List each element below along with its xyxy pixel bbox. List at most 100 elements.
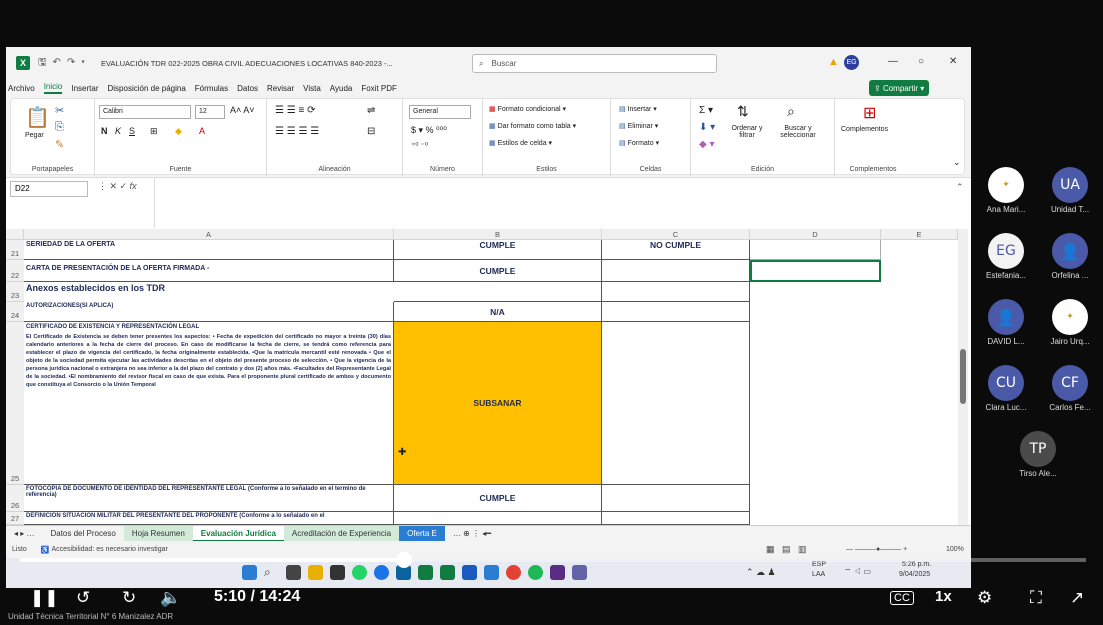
name-box[interactable]: D22 xyxy=(10,181,88,197)
cell-b21[interactable]: CUMPLE xyxy=(394,240,602,260)
align-top-icons[interactable]: ☰ ☰ ≡ ⟳ xyxy=(275,105,315,116)
find-select-label[interactable]: Buscar y seleccionar xyxy=(773,125,823,139)
row-header-26[interactable]: 26 xyxy=(6,485,24,512)
cell-b26[interactable]: CUMPLE xyxy=(394,485,602,512)
participant-tile[interactable]: TP Tirso Ale... xyxy=(1007,429,1069,489)
cell-b22[interactable]: CUMPLE xyxy=(394,260,602,282)
tab-vista[interactable]: Vista xyxy=(303,84,321,93)
cell-c26[interactable] xyxy=(602,485,750,512)
cell-c24[interactable] xyxy=(602,302,750,322)
scrollbar-thumb[interactable] xyxy=(960,349,966,404)
sort-filter-label[interactable]: Ordenar y filtrar xyxy=(727,125,767,139)
addins-label[interactable]: Complementos xyxy=(841,126,888,133)
sheet-nav-icons[interactable]: ◂ ▸ … xyxy=(6,526,42,542)
formula-input[interactable] xyxy=(154,178,960,228)
ribbon-collapse-icon[interactable]: ⌄ xyxy=(953,157,961,168)
tab-archivo[interactable]: Archivo xyxy=(8,84,35,93)
participant-tile[interactable]: CU Clara Luc... xyxy=(975,363,1037,423)
clear-icon[interactable]: ◆ ▾ xyxy=(699,139,715,150)
view-buttons[interactable]: ▦ ▤ ▥ xyxy=(766,544,807,555)
participant-tile[interactable]: EG Estefania... xyxy=(975,231,1037,291)
maximize-button[interactable]: ○ xyxy=(918,56,924,67)
fullscreen-icon[interactable]: ⛶ xyxy=(1030,588,1042,608)
sheet-tab-datos[interactable]: Datos del Proceso xyxy=(42,526,123,542)
settings-icon[interactable]: ⚙ xyxy=(977,588,992,608)
cell-a21[interactable]: SERIEDAD DE LA OFERTA xyxy=(24,240,394,260)
forward-10-icon[interactable]: ↻ xyxy=(122,588,136,608)
align-left-icons[interactable]: ☰ ☰ ☰ ☰ xyxy=(275,126,319,137)
sheet-tab-oferta[interactable]: Oferta E xyxy=(399,525,445,542)
sheet-tab-juridica[interactable]: Evaluación Jurídica xyxy=(192,525,284,542)
tab-formulas[interactable]: Fórmulas xyxy=(195,84,228,93)
sort-filter-icon[interactable]: ⇅ xyxy=(737,103,749,120)
participant-tile[interactable]: ✦ Ana Mari... xyxy=(975,165,1037,225)
row-header-24[interactable]: 24 xyxy=(6,302,24,322)
share-button[interactable]: ⇪ Compartir ▾ xyxy=(869,80,930,96)
quick-access-icons[interactable]: 🖫↶↷▾ xyxy=(38,55,91,72)
column-header-d[interactable]: D xyxy=(750,229,881,240)
participant-tile[interactable]: 👤 Orfelina ... xyxy=(1039,231,1101,291)
accessibility-icon[interactable]: ♿ xyxy=(41,546,52,554)
cell-c23[interactable] xyxy=(602,282,750,302)
cell-d21[interactable] xyxy=(750,240,881,260)
cell-b23[interactable] xyxy=(394,282,602,302)
cell-a23[interactable]: Anexos establecidos en los TDR xyxy=(24,282,394,302)
progress-knob[interactable] xyxy=(395,552,412,568)
paste-icon[interactable]: 📋 xyxy=(25,105,50,130)
currency-percent-icons[interactable]: $ ▾ % ⁰⁰⁰ xyxy=(411,125,447,136)
volume-icon[interactable]: 🔈 xyxy=(160,588,181,608)
excel-task-icon-2[interactable] xyxy=(440,565,455,580)
decimal-icons[interactable]: ⁺⁰ ⁻⁰ xyxy=(411,141,428,150)
participant-tile[interactable]: UA Unidad T... xyxy=(1039,165,1101,225)
number-format-select[interactable]: General xyxy=(409,105,471,119)
speed-button[interactable]: 1x xyxy=(935,588,952,605)
column-header-c[interactable]: C xyxy=(602,229,750,240)
tab-insertar[interactable]: Insertar xyxy=(71,84,98,93)
cell-a26[interactable]: FOTOCOPIA DE DOCUMENTO DE IDENTIDAD DEL … xyxy=(24,485,394,512)
edge-icon[interactable] xyxy=(374,565,389,580)
search-box[interactable]: ⌕ Buscar xyxy=(472,54,717,73)
cell-c21[interactable]: NO CUMPLE xyxy=(602,240,750,260)
font-name-select[interactable]: Calibri xyxy=(99,105,191,119)
captions-button[interactable]: CC xyxy=(890,591,914,605)
cut-icon[interactable]: ✂ xyxy=(55,104,64,117)
row-header-25[interactable]: 25 xyxy=(6,322,24,485)
fx-label[interactable]: ⋮ ✕ ✓ fx xyxy=(98,181,137,192)
cell-c22[interactable] xyxy=(602,260,750,282)
app-purple-icon[interactable] xyxy=(550,565,565,580)
addins-icon[interactable]: ⊞ xyxy=(863,103,876,123)
lang-indicator-2[interactable]: LAA xyxy=(812,571,825,578)
autosum-icon[interactable]: Σ ▾ xyxy=(699,105,713,116)
spotify-icon[interactable] xyxy=(528,565,543,580)
select-all-corner[interactable] xyxy=(6,229,24,240)
cell-a25[interactable]: CERTIFICADO DE EXISTENCIA Y REPRESENTACI… xyxy=(24,322,394,485)
whatsapp-icon[interactable] xyxy=(352,565,367,580)
network-volume-icons[interactable]: ⌔ ◁ ▭ xyxy=(844,567,871,577)
tray-icons[interactable]: ⌃ ☁ ♟ xyxy=(746,567,776,578)
cell-a24[interactable]: AUTORIZACIONES(SI APLICA) xyxy=(24,302,394,322)
search-task-icon[interactable]: ⌕ xyxy=(264,565,279,580)
warning-icon[interactable]: ▲ xyxy=(828,56,839,68)
format-painter-icon[interactable]: ✎ xyxy=(55,138,64,151)
close-button[interactable]: ✕ xyxy=(949,56,957,67)
row-header-22[interactable]: 22 xyxy=(6,260,24,282)
vertical-scrollbar[interactable] xyxy=(958,229,968,525)
excel-task-icon[interactable] xyxy=(418,565,433,580)
fill-icon[interactable]: ⬇ ▾ xyxy=(699,122,715,133)
cell-d22-selected[interactable] xyxy=(750,260,881,282)
explorer-icon[interactable] xyxy=(308,565,323,580)
cell-c25[interactable] xyxy=(602,322,750,485)
cell-b24[interactable]: N/A xyxy=(394,302,602,322)
open-external-icon[interactable]: ↗ xyxy=(1070,588,1084,608)
taskview-icon[interactable] xyxy=(286,565,301,580)
row-header-23[interactable]: 23 xyxy=(6,282,24,302)
merge-icon[interactable]: ⊟ xyxy=(367,126,375,137)
tab-disposicion[interactable]: Disposición de página xyxy=(108,84,186,93)
delete-cells-button[interactable]: ▤ Eliminar ▾ xyxy=(619,122,658,130)
tab-revisar[interactable]: Revisar xyxy=(267,84,294,93)
insert-cells-button[interactable]: ▤ Insertar ▾ xyxy=(619,105,657,113)
start-icon[interactable] xyxy=(242,565,257,580)
sheet-tab-resumen[interactable]: Hoja Resumen xyxy=(123,525,193,542)
zoom-slider[interactable]: — ———●——— + xyxy=(846,546,907,553)
underline-button[interactable]: S xyxy=(129,126,135,136)
